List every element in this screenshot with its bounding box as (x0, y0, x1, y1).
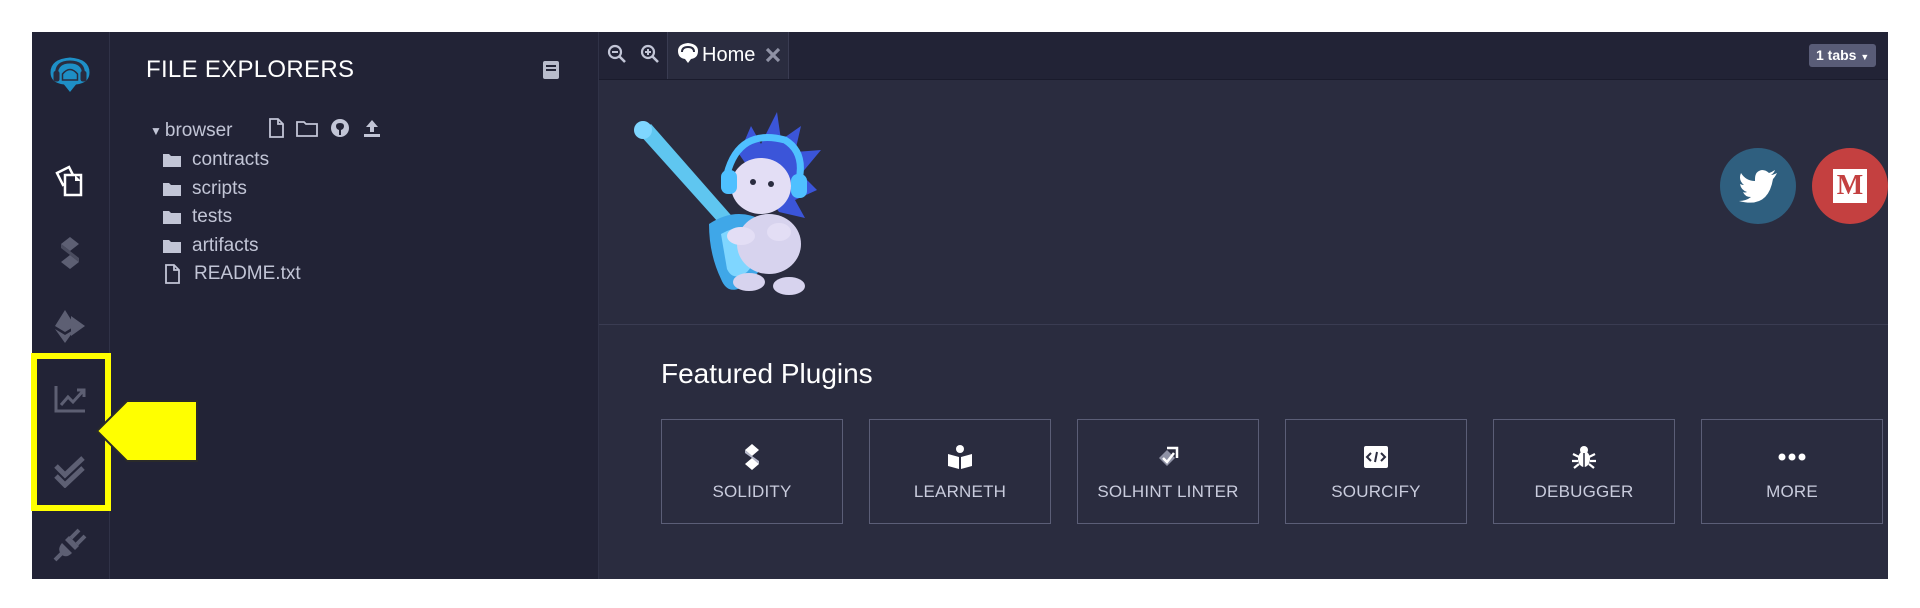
main-panel: Home 1 tabs ▼ M Featured Plugins SOLIDIT… (599, 32, 1888, 579)
folder-icon (163, 154, 181, 167)
remix-ide-window: FILE EXPLORERS ▼ browser contracts scrip… (32, 32, 1888, 579)
plugin-label: SOLHINT LINTER (1097, 481, 1239, 501)
home-hero: M (599, 80, 1888, 325)
zoom-out-icon[interactable] (605, 42, 629, 66)
book-icon[interactable] (542, 60, 560, 85)
medium-letter: M (1836, 170, 1864, 201)
workspace-name: browser (164, 120, 233, 141)
folder-icon (163, 183, 181, 196)
plugin-card-learneth[interactable]: LEARNETH (869, 419, 1051, 524)
workspace-row[interactable]: ▼ browser (150, 117, 232, 145)
plugin-card-debugger[interactable]: DEBUGGER (1493, 419, 1675, 524)
tree-item-label: contracts (192, 149, 270, 170)
file-icon (165, 264, 180, 284)
debugger-icon (1571, 442, 1597, 472)
tree-item-file[interactable]: README.txt (164, 260, 301, 288)
caret-down-icon: ▼ (150, 124, 162, 138)
new-file-icon[interactable] (268, 118, 284, 143)
plugin-manager-icon[interactable] (46, 521, 94, 569)
mascot-illustration (629, 104, 829, 309)
twitter-button[interactable] (1720, 148, 1796, 224)
plugin-label: MORE (1766, 481, 1818, 501)
file-explorer-icon[interactable] (46, 156, 94, 204)
plugin-label: SOURCIFY (1331, 481, 1421, 501)
tree-item-label: artifacts (192, 235, 259, 256)
medium-icon: M (1833, 169, 1867, 203)
tab-bar: Home 1 tabs ▼ (599, 32, 1888, 80)
featured-plugins-title: Featured Plugins (661, 358, 873, 389)
file-explorer-panel: FILE EXPLORERS ▼ browser contracts scrip… (110, 32, 599, 579)
plugin-card-solidity[interactable]: SOLIDITY (661, 419, 843, 524)
sourcify-icon (1363, 442, 1389, 472)
solhint-icon (1155, 442, 1181, 472)
tab-home[interactable]: Home (667, 32, 789, 79)
tree-item-folder[interactable]: contracts (162, 146, 269, 174)
tabs-count-dropdown[interactable]: 1 tabs ▼ (1809, 44, 1877, 67)
tree-item-folder[interactable]: artifacts (162, 232, 259, 260)
more-icon (1778, 442, 1806, 472)
plugin-label: DEBUGGER (1534, 481, 1634, 501)
close-icon[interactable] (764, 46, 782, 69)
remix-logo-icon[interactable] (46, 50, 94, 98)
plugin-label: SOLIDITY (712, 481, 792, 501)
medium-button[interactable]: M (1812, 148, 1888, 224)
tabs-count-label: 1 tabs (1816, 47, 1857, 63)
tree-item-folder[interactable]: scripts (162, 175, 247, 203)
deploy-run-icon[interactable] (46, 302, 94, 350)
plugin-card-solhint[interactable]: SOLHINT LINTER (1077, 419, 1259, 524)
tree-item-label: README.txt (194, 263, 301, 284)
plugin-label: LEARNETH (913, 481, 1007, 501)
tab-label: Home (702, 44, 756, 66)
remix-home-icon (678, 43, 698, 63)
plugin-card-more[interactable]: MORE (1701, 419, 1883, 524)
new-folder-icon[interactable] (296, 119, 318, 142)
tree-item-label: tests (192, 206, 233, 227)
solidity-compiler-icon[interactable] (46, 229, 94, 277)
folder-icon (163, 211, 181, 224)
panel-title: FILE EXPLORERS (146, 56, 355, 83)
annotation-arrow-icon (95, 398, 199, 469)
tree-item-label: scripts (192, 178, 247, 199)
twitter-icon (1739, 170, 1777, 203)
caret-down-icon: ▼ (1860, 52, 1870, 62)
solidity-icon (743, 442, 761, 472)
folder-icon (163, 240, 181, 253)
github-icon[interactable] (330, 118, 350, 143)
upload-icon[interactable] (362, 118, 382, 143)
plugin-card-sourcify[interactable]: SOURCIFY (1285, 419, 1467, 524)
zoom-in-icon[interactable] (638, 42, 662, 66)
tree-item-folder[interactable]: tests (162, 203, 232, 231)
workspace-actions (268, 118, 382, 143)
learneth-icon (946, 442, 974, 472)
